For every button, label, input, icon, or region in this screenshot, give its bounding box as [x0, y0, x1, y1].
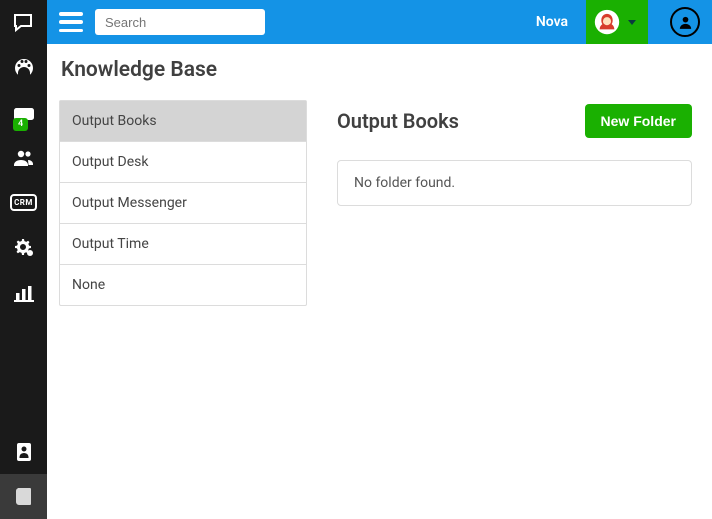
menu-toggle[interactable] [59, 12, 83, 32]
search-input[interactable] [95, 9, 265, 35]
person-icon [677, 14, 694, 31]
users-icon [12, 146, 36, 170]
sidebar-item-crm[interactable]: CRM [0, 180, 47, 225]
sidebar-item-contacts[interactable] [0, 135, 47, 180]
app-sidebar: 4 CRM [0, 0, 47, 519]
gauge-icon [12, 56, 36, 80]
user-menu[interactable] [586, 0, 648, 44]
category-item[interactable]: Output Books [60, 101, 306, 141]
category-list: Output Books Output Desk Output Messenge… [59, 100, 307, 306]
sidebar-badge: 4 [13, 118, 28, 131]
current-user-name: Nova [536, 14, 568, 30]
page-title: Knowledge Base [61, 58, 692, 82]
bar-chart-icon [12, 281, 36, 305]
new-folder-button[interactable]: New Folder [585, 104, 692, 138]
crm-icon: CRM [10, 194, 37, 211]
empty-state: No folder found. [337, 160, 692, 206]
category-item[interactable]: Output Desk [60, 141, 306, 182]
topbar: Nova [47, 0, 712, 44]
sidebar-item-reports[interactable] [0, 270, 47, 315]
gears-icon [12, 236, 36, 260]
address-book-icon [12, 440, 36, 464]
sidebar-item-settings[interactable] [0, 225, 47, 270]
sidebar-item-tickets[interactable]: 4 [0, 90, 47, 135]
sidebar-item-inbox[interactable] [0, 0, 47, 45]
category-item[interactable]: Output Time [60, 223, 306, 264]
avatar-icon [594, 9, 620, 35]
sidebar-item-dashboard[interactable] [0, 45, 47, 90]
account-button[interactable] [670, 7, 700, 37]
sidebar-item-profile[interactable] [0, 429, 47, 474]
book-icon [12, 485, 36, 509]
chat-icon [12, 11, 36, 35]
chevron-down-icon [628, 20, 636, 25]
category-item[interactable]: None [60, 264, 306, 305]
sidebar-item-knowledge-base[interactable] [0, 474, 47, 519]
detail-title: Output Books [337, 109, 459, 133]
category-item[interactable]: Output Messenger [60, 182, 306, 223]
